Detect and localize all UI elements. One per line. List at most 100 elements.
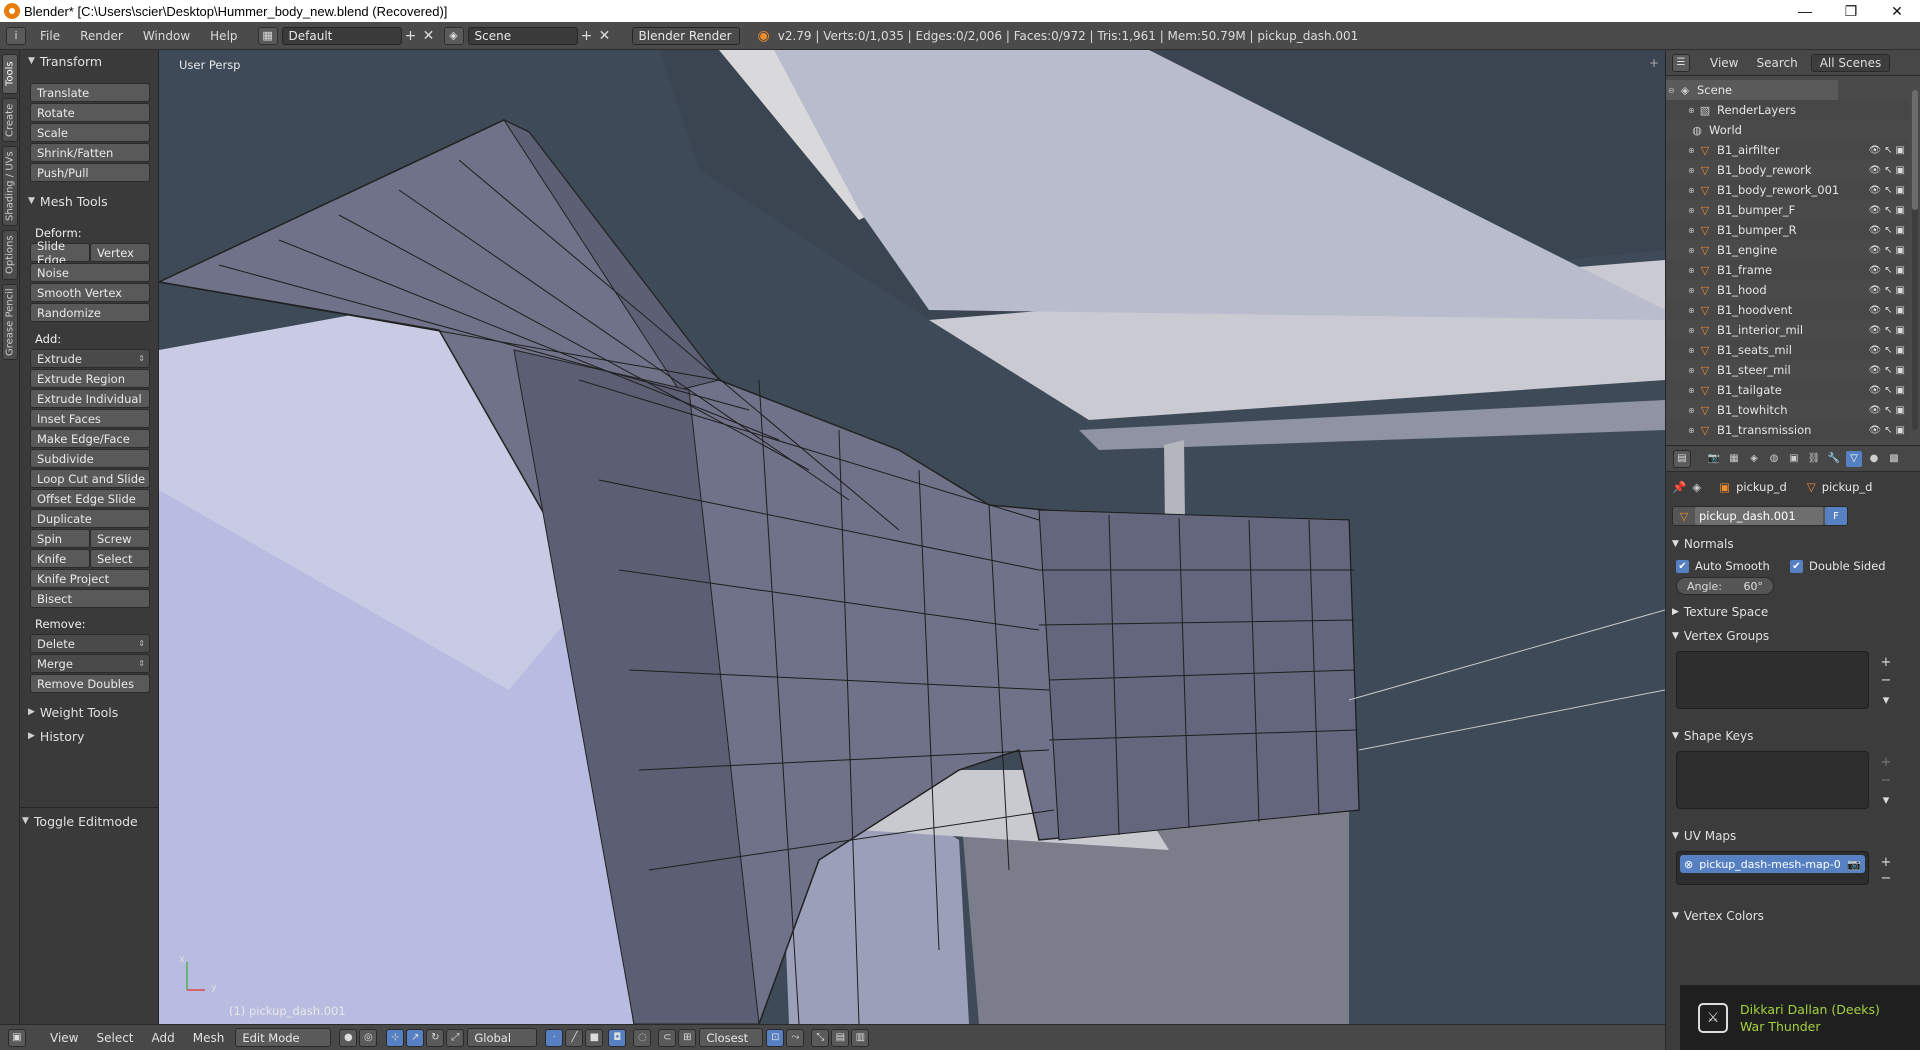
noise-button[interactable]: Noise xyxy=(30,263,150,282)
outliner-row-object[interactable]: ⊕ ▽ B1_bumper_F 👁 ↖ ▣ xyxy=(1666,200,1909,220)
renderable-camera-icon[interactable]: ▣ xyxy=(1896,185,1905,196)
scale-manipulator-icon[interactable]: ⤢ xyxy=(446,1028,465,1047)
renderable-camera-icon[interactable]: ▣ xyxy=(1896,345,1905,356)
weight-tools-panel-header[interactable]: ▶ Weight Tools xyxy=(20,701,118,723)
shape-key-specials-icon[interactable]: ▾ xyxy=(1878,792,1894,808)
menu-file[interactable]: File xyxy=(30,29,70,43)
visibility-eye-icon[interactable]: 👁 xyxy=(1868,225,1881,236)
selectable-arrow-icon[interactable]: ↖ xyxy=(1884,145,1892,156)
selectable-arrow-icon[interactable]: ↖ xyxy=(1884,225,1892,236)
add-screen-plus-icon[interactable]: + xyxy=(402,28,420,44)
outliner-row-object[interactable]: ⊕ ▽ B1_tailgate 👁 ↖ ▣ xyxy=(1666,380,1909,400)
material-tab-icon[interactable]: ● xyxy=(1866,451,1882,467)
rotate-manipulator-icon[interactable]: ↻ xyxy=(426,1028,445,1047)
outliner-row-scene[interactable]: ⊖ ◈ Scene xyxy=(1666,80,1838,100)
mesh-datablock-name[interactable]: pickup_dash.001 xyxy=(1695,507,1823,525)
delete-menu[interactable]: Delete ⇕ xyxy=(30,634,150,653)
snap-target-select[interactable]: Closest xyxy=(699,1028,764,1047)
outliner-row-object[interactable]: ⊕ ▽ B1_interior_mil 👁 ↖ ▣ xyxy=(1666,320,1909,340)
outliner-menu-view[interactable]: View xyxy=(1701,56,1747,70)
subdivide-button[interactable]: Subdivide xyxy=(30,449,150,468)
selectable-arrow-icon[interactable]: ↖ xyxy=(1884,245,1892,256)
remove-uv-map-minus-icon[interactable]: − xyxy=(1878,870,1894,886)
randomize-button[interactable]: Randomize xyxy=(30,303,150,322)
uv-map-item[interactable]: ⊗ pickup_dash-mesh-map-0 📷 xyxy=(1680,855,1865,873)
expand-toggle-icon[interactable]: ⊕ xyxy=(1688,206,1698,215)
renderable-camera-icon[interactable]: ▣ xyxy=(1896,285,1905,296)
merge-menu[interactable]: Merge ⇕ xyxy=(30,654,150,673)
tab-create[interactable]: Create xyxy=(2,98,18,142)
knife-project-button[interactable]: Knife Project xyxy=(30,569,150,588)
uv-maps-panel-header[interactable]: ▼ UV Maps xyxy=(1672,826,1910,846)
expand-toggle-icon[interactable]: ⊕ xyxy=(1688,186,1698,195)
scene-field[interactable]: Scene xyxy=(467,26,578,45)
outliner-row-world[interactable]: ◍ World xyxy=(1666,120,1909,140)
expand-toggle-icon[interactable]: ⊕ xyxy=(1688,386,1698,395)
steam-notification[interactable]: ⚔ Dikkari Dallan (Deeks) War Thunder xyxy=(1680,985,1920,1050)
vertex-group-specials-icon[interactable]: ▾ xyxy=(1878,692,1894,708)
visibility-eye-icon[interactable]: 👁 xyxy=(1868,265,1881,276)
3d-viewport[interactable]: User Persp (1) pickup_dash.001 x y + xyxy=(159,50,1665,1024)
minimize-button[interactable]: — xyxy=(1782,0,1828,22)
selectable-arrow-icon[interactable]: ↖ xyxy=(1884,325,1892,336)
visibility-eye-icon[interactable]: 👁 xyxy=(1868,405,1881,416)
expand-toggle-icon[interactable]: ⊕ xyxy=(1688,226,1698,235)
outliner-row-object[interactable]: ⊕ ▽ B1_seats_mil 👁 ↖ ▣ xyxy=(1666,340,1909,360)
proportional-edit-icon[interactable]: ◌ xyxy=(633,1028,652,1047)
outliner-row-object[interactable]: ⊕ ▽ B1_bumper_R 👁 ↖ ▣ xyxy=(1666,220,1909,240)
smooth-vertex-button[interactable]: Smooth Vertex xyxy=(30,283,150,302)
selectable-arrow-icon[interactable]: ↖ xyxy=(1884,205,1892,216)
menu-add[interactable]: Add xyxy=(143,1031,184,1045)
screen-layout-field[interactable]: Default xyxy=(281,26,402,45)
close-button[interactable]: ✕ xyxy=(1874,0,1920,22)
transform-orientation-select[interactable]: Global xyxy=(467,1028,538,1047)
selectable-arrow-icon[interactable]: ↖ xyxy=(1884,385,1892,396)
opengl-render-icon[interactable]: ▤ xyxy=(831,1028,850,1047)
renderable-camera-icon[interactable]: ▣ xyxy=(1896,145,1905,156)
renderable-camera-icon[interactable]: ▣ xyxy=(1896,425,1905,436)
edge-select-mode-icon[interactable]: ╱ xyxy=(565,1028,584,1047)
mesh-datablock-selector[interactable]: ▽ pickup_dash.001 F xyxy=(1672,506,1848,526)
auto-smooth-angle-field[interactable]: Angle: 60° xyxy=(1676,577,1774,595)
outliner-row-object[interactable]: ⊕ ▽ B1_body_rework_001 👁 ↖ ▣ xyxy=(1666,180,1909,200)
properties-editor-type-icon[interactable]: ▤ xyxy=(1673,449,1691,468)
translate-manipulator-icon[interactable]: ↗ xyxy=(406,1028,425,1047)
remove-vertex-group-minus-icon[interactable]: − xyxy=(1878,672,1894,688)
auto-smooth-checkbox[interactable]: ✔ Auto Smooth xyxy=(1676,559,1770,573)
visibility-eye-icon[interactable]: 👁 xyxy=(1868,425,1881,436)
visibility-eye-icon[interactable]: 👁 xyxy=(1868,145,1881,156)
visibility-eye-icon[interactable]: 👁 xyxy=(1868,325,1881,336)
menu-mesh[interactable]: Mesh xyxy=(184,1031,234,1045)
animation-render-icon[interactable]: ▥ xyxy=(851,1028,870,1047)
world-tab-icon[interactable]: ◍ xyxy=(1766,451,1782,467)
editor-type-icon[interactable]: ▣ xyxy=(8,1028,26,1047)
limit-selection-icon[interactable]: ◘ xyxy=(608,1028,627,1047)
expand-toggle-icon[interactable]: ⊕ xyxy=(1688,286,1698,295)
expand-toggle-icon[interactable]: ⊕ xyxy=(1688,326,1698,335)
selectable-arrow-icon[interactable]: ↖ xyxy=(1884,305,1892,316)
selectable-arrow-icon[interactable]: ↖ xyxy=(1884,405,1892,416)
duplicate-button[interactable]: Duplicate xyxy=(30,509,150,528)
manipulator-toggle-icon[interactable]: ⊹ xyxy=(386,1028,405,1047)
render-active-uv-icon[interactable]: 📷 xyxy=(1847,858,1861,871)
menu-select[interactable]: Select xyxy=(87,1031,142,1045)
menu-view[interactable]: View xyxy=(41,1031,87,1045)
renderable-camera-icon[interactable]: ▣ xyxy=(1896,405,1905,416)
visibility-eye-icon[interactable]: 👁 xyxy=(1868,385,1881,396)
shape-keys-panel-header[interactable]: ▼ Shape Keys xyxy=(1672,726,1910,746)
expand-toggle-icon[interactable]: ⊕ xyxy=(1688,106,1698,115)
remove-screen-x-icon[interactable]: ✕ xyxy=(420,28,438,44)
slide-vertex-button[interactable]: Vertex xyxy=(90,243,150,262)
visibility-eye-icon[interactable]: 👁 xyxy=(1868,345,1881,356)
selectable-arrow-icon[interactable]: ↖ xyxy=(1884,165,1892,176)
fake-user-button[interactable]: F xyxy=(1825,507,1847,525)
screen-layout-icon[interactable]: ▦ xyxy=(257,26,278,45)
translate-button[interactable]: Translate xyxy=(30,83,150,102)
bisect-button[interactable]: Bisect xyxy=(30,589,150,608)
pivot-point-icon[interactable]: ◎ xyxy=(359,1028,378,1047)
toggle-editmode-panel-header[interactable]: ▼ Toggle Editmode xyxy=(14,810,138,832)
selectable-arrow-icon[interactable]: ↖ xyxy=(1884,265,1892,276)
history-panel-header[interactable]: ▶ History xyxy=(20,725,84,747)
slide-edge-button[interactable]: Slide Edge xyxy=(30,239,90,267)
menu-render[interactable]: Render xyxy=(70,29,133,43)
